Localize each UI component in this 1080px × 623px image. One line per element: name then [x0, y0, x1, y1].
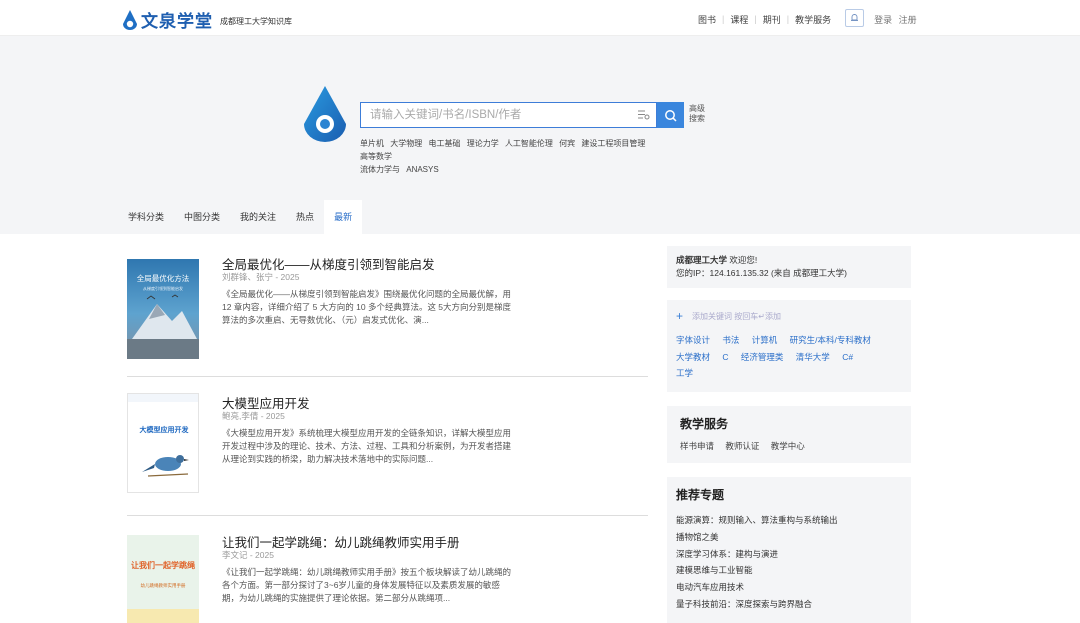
service-link-teacher-auth[interactable]: 教师认证: [725, 441, 759, 451]
top-bar: 文泉学堂 成都理工大学知识库 图书 | 课程 | 期刊 | 教学服务 登录 注册: [0, 0, 1080, 36]
advanced-search-link[interactable]: 高级搜索: [689, 104, 709, 124]
logo-drop-icon: [123, 9, 137, 30]
welcome-panel: 成都理工大学 欢迎您! 您的IP：124.161.135.32 (来自 成都理工…: [667, 246, 911, 288]
tab-my-follow[interactable]: 我的关注: [230, 200, 286, 234]
follow-tag[interactable]: 计算机: [752, 332, 778, 349]
follow-tag[interactable]: 工学: [676, 365, 693, 382]
book-item: 全局最优化方法 从梯度引领到智能启发 全局最优化——从梯度引领到智能启发 刘群锋…: [127, 254, 647, 364]
tab-latest[interactable]: 最新: [324, 200, 363, 234]
hot-keywords: 单片机 大学物理 电工基础 理论力学 人工智能伦理 何宾 建设工程项目管理 高等…: [360, 137, 670, 176]
ip-info: 您的IP：124.161.135.32 (来自 成都理工大学): [676, 268, 848, 278]
bell-icon: [851, 14, 859, 21]
add-keyword-hint: 添加关键词 按回车↵添加: [692, 311, 781, 321]
login-link[interactable]: 登录: [874, 15, 892, 25]
cover-subtitle: 从梯度引领到智能启发: [143, 285, 183, 291]
school-name: 成都理工大学: [676, 255, 728, 265]
brand-logo[interactable]: 文泉学堂 成都理工大学知识库: [122, 7, 292, 32]
notification-button[interactable]: [845, 9, 865, 27]
book-meta: 刘群锋、张宁 - 2025: [222, 272, 300, 282]
book-item: 大模型应用开发 大模型应用开发 鲍亮,李倩 - 2025 《大模型应用开发》系统…: [127, 393, 647, 503]
service-link-teaching-center[interactable]: 教学中心: [771, 441, 805, 451]
welcome-greeting: 欢迎您!: [729, 255, 758, 265]
list-divider: [127, 376, 648, 377]
hot-keyword[interactable]: 流体力学与: [360, 165, 400, 174]
add-keyword-row[interactable]: + 添加关键词 按回车↵添加: [676, 309, 902, 323]
topic-item[interactable]: 深度学习体系：建构与演进: [676, 546, 902, 563]
book-cover[interactable]: 让我们一起学跳绳 幼儿跳绳教师实用手册: [127, 535, 199, 623]
filter-list-icon[interactable]: [637, 109, 650, 121]
topic-item[interactable]: 电动汽车应用技术: [676, 579, 902, 596]
hot-keyword[interactable]: 何宾: [559, 139, 575, 148]
topic-item[interactable]: 建模思维与工业智能: [676, 562, 902, 579]
cover-jumprope-art: 让我们一起学跳绳 幼儿跳绳教师实用手册: [127, 560, 199, 623]
category-tabs: 学科分类 中图分类 我的关注 热点 最新: [118, 200, 363, 234]
hot-keyword[interactable]: ANASYS: [406, 165, 438, 174]
book-cover[interactable]: 全局最优化方法 从梯度引领到智能启发: [127, 259, 199, 359]
hero-logo-icon: [304, 86, 346, 142]
book-description: 《全局最优化——从梯度引领到智能启发》围绕最优化问题的全局最优解，用 12 章内…: [222, 289, 512, 325]
book-description: 《让我们一起学跳绳：幼儿跳绳教师实用手册》按五个板块解读了幼儿跳绳的各个方面。第…: [222, 567, 512, 603]
book-meta: 鲍亮,李倩 - 2025: [222, 411, 285, 421]
teaching-service-panel: 教学服务 样书申请 教师认证 教学中心: [667, 406, 911, 463]
hot-keyword[interactable]: 人工智能伦理: [505, 139, 553, 148]
topics-title: 推荐专题: [676, 488, 725, 502]
follow-tag[interactable]: 字体设计: [676, 332, 710, 349]
hot-keyword[interactable]: 建设工程项目管理: [581, 139, 645, 148]
hot-keyword[interactable]: 电工基础: [428, 139, 460, 148]
topic-item[interactable]: 量子科技前沿：深度探索与跨界融合: [676, 596, 902, 613]
book-description: 《大模型应用开发》系统梳理大模型应用开发的全链条知识，详解大模型应用开发过程中涉…: [222, 428, 512, 464]
follow-tag[interactable]: 研究生/本科/专科教材: [790, 332, 871, 349]
nav-books[interactable]: 图书: [698, 13, 716, 26]
search-icon: [665, 109, 677, 122]
search-input[interactable]: [361, 103, 621, 127]
top-nav: 图书 | 课程 | 期刊 | 教学服务 登录 注册: [698, 9, 921, 27]
book-item: 让我们一起学跳绳 幼儿跳绳教师实用手册 让我们一起学跳绳：幼儿跳绳教师实用手册 …: [127, 532, 647, 623]
cover-bird-art: 大模型应用开发: [128, 394, 198, 477]
topic-item[interactable]: 播物馆之美: [676, 529, 902, 546]
hot-keyword[interactable]: 理论力学: [467, 139, 499, 148]
cover-title: 全局最优化方法: [137, 273, 190, 283]
follow-tags: 字体设计 书法 计算机 研究生/本科/专科教材 大学教材 C 经济管理类 清华大…: [676, 332, 891, 382]
search-hero: 高级搜索 单片机 大学物理 电工基础 理论力学 人工智能伦理 何宾 建设工程项目…: [0, 36, 1080, 234]
tab-subject[interactable]: 学科分类: [118, 200, 174, 234]
follow-tag[interactable]: 清华大学: [796, 349, 830, 366]
cover-title: 大模型应用开发: [140, 425, 190, 434]
follow-tag[interactable]: 经济管理类: [741, 349, 784, 366]
follow-tag[interactable]: 大学教材: [676, 349, 710, 366]
tab-clc[interactable]: 中图分类: [174, 200, 230, 234]
search-button[interactable]: [657, 102, 684, 128]
recommended-topics-panel: 推荐专题 能源演算：规则输入、算法重构与系统输出 播物馆之美 深度学习体系：建构…: [667, 477, 911, 623]
service-links: 样书申请 教师认证 教学中心: [680, 440, 898, 452]
cover-subtitle: 幼儿跳绳教师实用手册: [141, 582, 186, 589]
nav-separator: |: [722, 14, 725, 24]
hot-keyword[interactable]: 单片机: [360, 139, 384, 148]
follow-tag[interactable]: C: [722, 349, 728, 366]
cover-title: 让我们一起学跳绳: [131, 560, 195, 570]
brand-subtitle: 成都理工大学知识库: [220, 17, 292, 26]
nav-separator: |: [754, 14, 757, 24]
brand-name: 文泉学堂: [141, 12, 213, 31]
list-divider: [127, 515, 648, 516]
nav-courses[interactable]: 课程: [730, 13, 748, 26]
nav-separator: |: [786, 14, 790, 24]
follow-panel: + 添加关键词 按回车↵添加 字体设计 书法 计算机 研究生/本科/专科教材 大…: [667, 300, 911, 392]
cover-mountain-art: 全局最优化方法 从梯度引领到智能启发: [127, 273, 199, 359]
plus-icon[interactable]: +: [676, 309, 683, 323]
nav-journals[interactable]: 期刊: [763, 13, 781, 26]
register-link[interactable]: 注册: [899, 15, 917, 25]
topic-item[interactable]: 能源演算：规则输入、算法重构与系统输出: [676, 512, 902, 529]
service-title: 教学服务: [680, 417, 729, 431]
follow-tag[interactable]: C#: [842, 349, 853, 366]
hot-keyword[interactable]: 大学物理: [390, 139, 422, 148]
search-box: [360, 102, 657, 128]
follow-tag[interactable]: 书法: [722, 332, 739, 349]
book-cover[interactable]: 大模型应用开发: [127, 393, 199, 493]
hot-keyword[interactable]: 高等数学: [360, 152, 392, 161]
tab-hot[interactable]: 热点: [286, 200, 324, 234]
nav-teaching-service[interactable]: 教学服务: [795, 13, 831, 26]
book-meta: 李文记 - 2025: [222, 550, 274, 560]
auth-links: 登录 注册: [874, 13, 921, 26]
service-link-sample-request[interactable]: 样书申请: [680, 441, 714, 451]
